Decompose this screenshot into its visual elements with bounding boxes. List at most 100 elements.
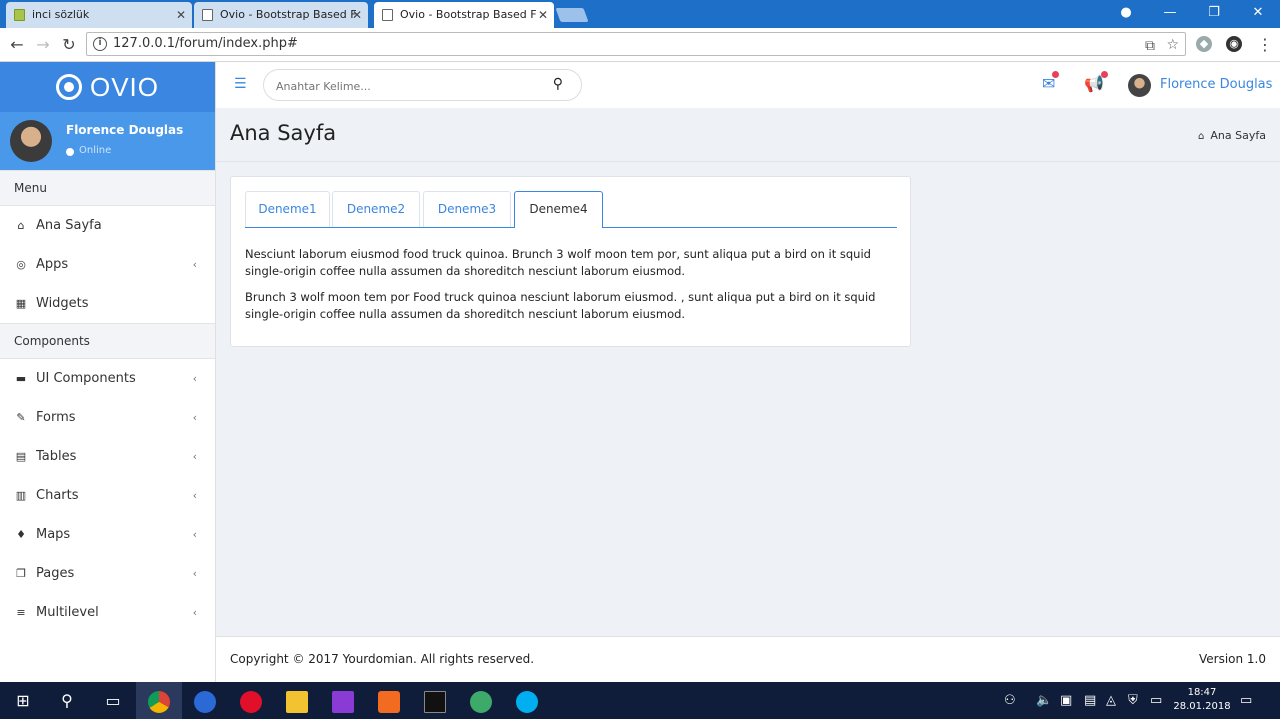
chevron-left-icon: ‹ [192, 411, 197, 424]
tab-deneme3[interactable]: Deneme3 [423, 191, 511, 227]
sidebar-item-widgets[interactable]: ▦ Widgets [0, 284, 215, 323]
windows-start-icon[interactable]: ⊞ [0, 682, 46, 719]
chevron-left-icon: ‹ [192, 450, 197, 463]
menu-dots-icon[interactable]: ⋮ [1254, 34, 1276, 56]
envelope-icon[interactable]: ✉ [1042, 71, 1060, 93]
page-title: Ana Sayfa [230, 121, 337, 145]
user-status: Online [66, 145, 111, 156]
sidebar-item-ui-components[interactable]: ▬ UI Components ‹ [0, 359, 215, 398]
close-icon[interactable]: ✕ [538, 2, 548, 28]
battery-icon[interactable]: ▭ [1150, 682, 1162, 719]
restore-icon[interactable]: ❐ [1194, 0, 1234, 28]
sidebar-item-label: Charts [36, 488, 79, 503]
chevron-left-icon: ‹ [192, 372, 197, 385]
browser-tab-2[interactable]: Ovio - Bootstrap Based F ✕ [194, 2, 368, 28]
translate-icon[interactable]: ⧉ [1145, 35, 1155, 57]
extension-icon[interactable]: ◆ [1196, 36, 1212, 52]
chrome-icon[interactable] [136, 682, 182, 719]
system-clock[interactable]: 18:47 28.01.2018 [1172, 686, 1232, 714]
home-icon[interactable]: ⌂ [1198, 131, 1204, 142]
atom-icon[interactable] [458, 682, 504, 719]
brand-logo[interactable]: OVIO [0, 62, 215, 112]
browser-tab-3[interactable]: Ovio - Bootstrap Based F ✕ [374, 2, 554, 28]
table-icon: ▤ [15, 450, 27, 463]
avatar[interactable] [1128, 74, 1151, 97]
breadcrumb: ⌂ Ana Sayfa [1198, 129, 1266, 142]
search-input[interactable] [276, 76, 536, 96]
network-icon[interactable]: ◬ [1106, 682, 1116, 719]
tab-content-paragraph: Nesciunt laborum eiusmod food truck quin… [245, 247, 871, 278]
file-explorer-icon[interactable] [274, 682, 320, 719]
footer: Copyright © 2017 Yourdomian. All rights … [216, 636, 1280, 682]
page-heading: Ana Sayfa ⌂ Ana Sayfa [216, 108, 1280, 162]
new-tab-button[interactable] [555, 8, 589, 22]
xampp-icon[interactable] [366, 682, 412, 719]
back-icon[interactable]: ← [6, 34, 28, 56]
bookmark-star-icon[interactable]: ☆ [1166, 34, 1179, 56]
sidebar-item-label: Multilevel [36, 605, 99, 620]
security-icon[interactable]: ⛨ [1128, 682, 1138, 719]
close-icon[interactable]: ✕ [176, 2, 186, 28]
sidebar-item-apps[interactable]: ◎ Apps ‹ [0, 245, 215, 284]
terminal-icon[interactable] [412, 682, 458, 719]
xampp-tray-icon[interactable]: ▣ [1060, 682, 1072, 719]
bar-chart-icon: ▥ [15, 489, 27, 502]
profile-icon[interactable]: ● [1106, 0, 1146, 28]
tab-deneme1[interactable]: Deneme1 [245, 191, 330, 227]
sidebar-menu: Menu ⌂ Ana Sayfa ◎ Apps ‹ ▦ Widgets Components ▬ U… [0, 170, 215, 632]
tab-deneme2[interactable]: Deneme2 [332, 191, 420, 227]
tab-deneme4[interactable]: Deneme4 [514, 191, 603, 228]
reload-icon[interactable]: ↻ [58, 34, 80, 56]
megaphone-icon[interactable]: 📢 [1084, 71, 1108, 93]
sidebar-item-pages[interactable]: ❐ Pages ‹ [0, 554, 215, 593]
url-text: 127.0.0.1/forum/index.php# [113, 36, 298, 51]
sidebar-item-tables[interactable]: ▤ Tables ‹ [0, 437, 215, 476]
tab-content-paragraph: Brunch 3 wolf moon tem por Food truck qu… [245, 290, 876, 321]
phpstorm-icon[interactable] [320, 682, 366, 719]
sidebar-item-label: Pages [36, 566, 75, 581]
sidebar-item-label: UI Components [36, 371, 136, 386]
briefcase-icon: ▬ [15, 372, 27, 385]
volume-icon[interactable]: 🔈 [1036, 682, 1052, 719]
minimize-icon[interactable]: — [1150, 0, 1190, 28]
keyboard-icon[interactable]: ▤ [1084, 682, 1096, 719]
skype-icon[interactable] [504, 682, 550, 719]
chevron-left-icon: ‹ [192, 489, 197, 502]
tabs-card: Deneme1 Deneme2 Deneme3 Deneme4 Nesciunt… [230, 176, 911, 347]
firefox-icon[interactable] [182, 682, 228, 719]
sidebar-item-label: Apps [36, 257, 69, 272]
forward-icon[interactable]: → [32, 34, 54, 56]
url-field[interactable]: i 127.0.0.1/forum/index.php# ⧉ ☆ [86, 32, 1186, 56]
header-user-name[interactable]: Florence Douglas [1160, 77, 1272, 92]
people-icon[interactable]: ⚇ [1004, 682, 1016, 719]
user-panel: Florence Douglas Online [0, 112, 215, 170]
close-icon[interactable]: ✕ [352, 2, 362, 28]
browser-tab-1[interactable]: inci sözlük ✕ [6, 2, 192, 28]
sidebar-item-label: Widgets [36, 296, 89, 311]
hamburger-icon[interactable]: ☰ [234, 76, 247, 92]
notifications-icon[interactable]: ▭ [1240, 682, 1252, 719]
window-close-icon[interactable]: ✕ [1238, 0, 1278, 28]
avatar[interactable] [10, 120, 52, 162]
task-view-icon[interactable]: ▭ [90, 682, 136, 719]
sidebar-item-multilevel[interactable]: ≡ Multilevel ‹ [0, 593, 215, 632]
chevron-left-icon: ‹ [192, 258, 197, 271]
sidebar-item-forms[interactable]: ✎ Forms ‹ [0, 398, 215, 437]
sidebar: OVIO Florence Douglas Online Menu ⌂ Ana Sa… [0, 62, 216, 682]
version-text: Version 1.0 [1198, 652, 1266, 666]
info-icon[interactable]: i [93, 37, 107, 51]
sidebar-item-ana-sayfa[interactable]: ⌂ Ana Sayfa [0, 206, 215, 245]
sidebar-item-maps[interactable]: ♦ Maps ‹ [0, 515, 215, 554]
home-icon: ⌂ [17, 219, 25, 232]
sidebar-item-charts[interactable]: ▥ Charts ‹ [0, 476, 215, 515]
sidebar-section-header: Components [0, 323, 215, 359]
opera-icon[interactable] [228, 682, 274, 719]
extension-icon[interactable]: ◉ [1226, 36, 1242, 52]
tab-list: Deneme1 Deneme2 Deneme3 Deneme4 [245, 191, 897, 228]
breadcrumb-item[interactable]: Ana Sayfa [1210, 129, 1266, 142]
browser-tab-title: Ovio - Bootstrap Based F [400, 8, 537, 21]
browser-tab-title: Ovio - Bootstrap Based F [220, 8, 357, 21]
search-icon[interactable]: ⚲ [44, 682, 90, 719]
search-icon[interactable]: ⚲ [553, 76, 563, 92]
document-icon [382, 9, 393, 21]
